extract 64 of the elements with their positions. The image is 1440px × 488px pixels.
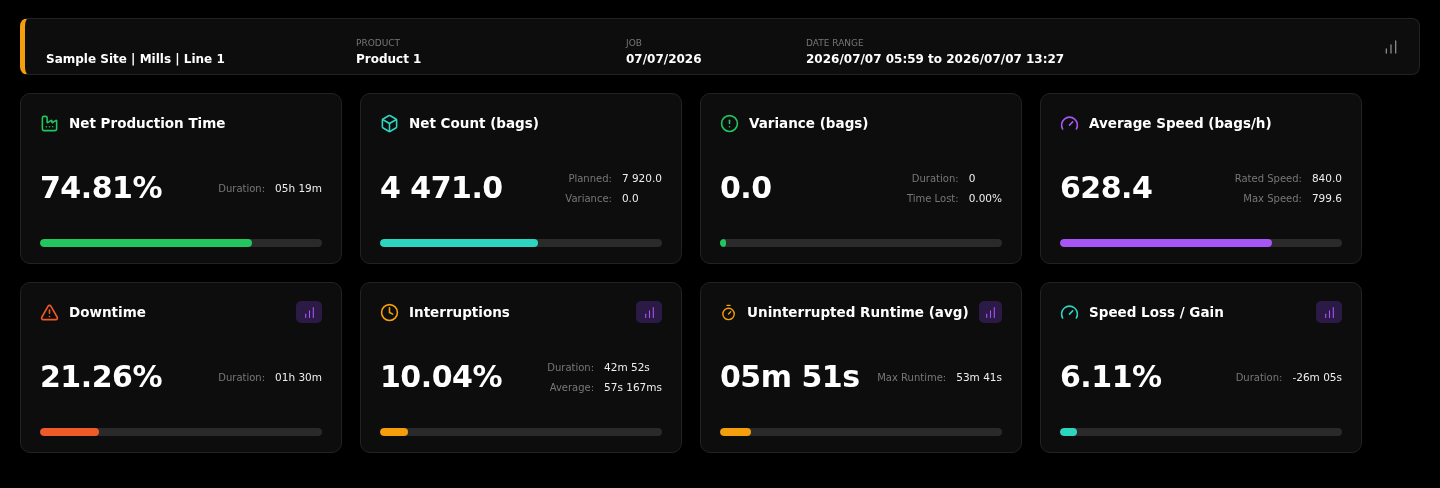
stat-value: 0 (968, 171, 977, 184)
stat-label: Planned: (567, 172, 612, 184)
stat-value: 799.6 (1311, 191, 1342, 204)
bar-chart-icon (1322, 305, 1336, 319)
stat-label: Duration: (1235, 371, 1283, 383)
card-title: Downtime (69, 304, 147, 320)
field-value: 07/07/2026 (626, 51, 703, 66)
metric-value: 4 471.0 (380, 170, 503, 205)
stat-label: Duration: (218, 371, 266, 383)
field-value: Product 1 (356, 51, 423, 66)
stat-label: Duration: (547, 361, 595, 373)
card-title: Uninterrupted Runtime (avg) (747, 304, 969, 320)
chart-button[interactable] (296, 301, 322, 323)
gauge-icon (1060, 302, 1079, 322)
clock-icon (380, 302, 399, 322)
chart-button[interactable] (1316, 301, 1342, 323)
bar-chart-icon (983, 305, 997, 319)
metric-value: 21.26% (40, 359, 162, 394)
gauge-icon (1060, 113, 1079, 133)
metric-value: 6.11% (1060, 359, 1162, 394)
metric-value: 10.04% (380, 359, 502, 394)
metric-value: 74.81% (40, 170, 162, 205)
field-label: PRODUCT (356, 37, 402, 48)
field-label: DATE RANGE (806, 37, 865, 48)
stat-value: 7 920.0 (621, 171, 662, 184)
stat-label: Variance: (565, 192, 612, 204)
chart-icon[interactable] (1383, 38, 1399, 55)
stat-value: 42m 52s (604, 360, 651, 373)
factory-icon (40, 113, 59, 133)
card-title: Interruptions (409, 304, 511, 320)
metric-value: 628.4 (1060, 170, 1153, 205)
card-title: Variance (bags) (749, 115, 870, 131)
stat-label: Average: (548, 381, 595, 393)
chart-button[interactable] (978, 301, 1002, 323)
stat-label: Rated Speed: (1234, 172, 1302, 184)
metric-value: 0.0 (720, 170, 772, 205)
stat-value: 01h 30m (275, 370, 322, 383)
field-value: 2026/07/07 05:59 to 2026/07/07 13:27 (806, 51, 1066, 66)
alert-icon (720, 113, 739, 133)
box-icon (380, 113, 399, 133)
stat-label: Max Speed: (1242, 192, 1302, 204)
stat-value: -26m 05s (1292, 370, 1342, 383)
stat-value: 05h 19m (275, 181, 322, 194)
stat-label: Max Runtime: (877, 371, 947, 383)
chart-button[interactable] (636, 301, 662, 323)
metric-value: 05m 51s (720, 359, 860, 394)
stat-label: Duration: (218, 182, 266, 194)
stat-value: 0.00% (968, 191, 1002, 204)
card-title: Net Production Time (69, 115, 227, 131)
warning-icon (40, 302, 59, 322)
card-title: Speed Loss / Gain (1089, 304, 1225, 320)
field-label: JOB (626, 37, 643, 48)
card-title: Net Count (bags) (409, 115, 540, 131)
stat-value: 840.0 (1311, 171, 1342, 184)
stat-value: 0.0 (621, 191, 640, 204)
field-value: Sample Site | Mills | Line 1 (46, 51, 226, 66)
bar-chart-icon (302, 305, 316, 319)
stat-value: 57s 167ms (604, 380, 662, 393)
stat-label: Duration: (910, 172, 959, 184)
stopwatch-icon (720, 302, 738, 322)
card-title: Average Speed (bags/h) (1089, 115, 1273, 131)
stat-value: 53m 41s (956, 370, 1002, 383)
bar-chart-icon (642, 305, 656, 319)
stat-label: Time Lost: (906, 192, 959, 204)
